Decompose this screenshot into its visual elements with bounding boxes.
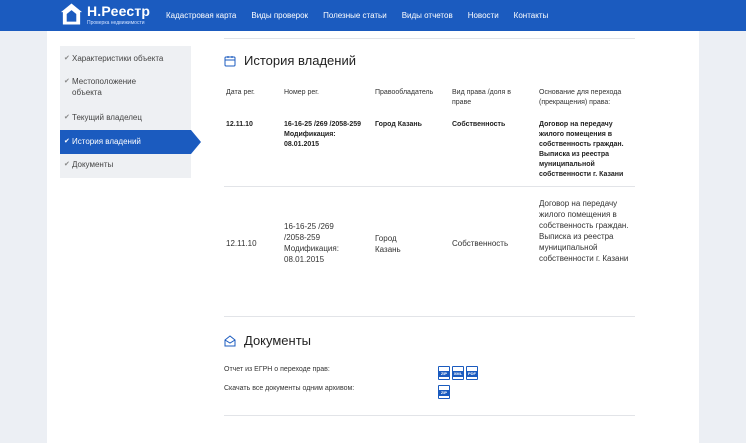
ownership-history-heading: История владений [244, 53, 356, 68]
table-cell-owner: Город Казань [375, 121, 422, 128]
envelope-icon [224, 335, 236, 347]
brand-title: Н.Реестр [87, 3, 151, 19]
sidebar-item-location[interactable]: ✔ Местоположение объекта [60, 76, 156, 98]
sidebar: ✔ Характеристики объекта ✔ Местоположени… [60, 46, 201, 178]
table-cell-number: 16-16-25 /269 /2058-259 Модификация: 08.… [284, 121, 362, 148]
zip-file-icon[interactable]: ZIP [438, 366, 450, 380]
column-header-date: Дата рег. [226, 89, 255, 96]
brand-subtitle: Проверка недвижимости [87, 20, 145, 26]
divider [224, 38, 635, 39]
pdf-file-icon[interactable]: PDF [466, 366, 478, 380]
sidebar-item-label: Текущий владелец [72, 113, 142, 122]
xml-file-icon[interactable]: XML [452, 366, 464, 380]
column-header-owner: Правообладатель [375, 89, 434, 96]
table-cell-date: 12.11.10 [226, 121, 253, 128]
checkmark-icon: ✔ [64, 161, 70, 168]
sidebar-item-current-owner[interactable]: ✔ Текущий владелец [60, 112, 191, 123]
column-header-basis: Основание для перехода (прекращения) пра… [539, 89, 622, 106]
column-header-number: Номер рег. [284, 89, 319, 96]
row-divider [224, 186, 635, 187]
row-divider [224, 415, 635, 416]
nav-link-check-types[interactable]: Виды проверок [251, 11, 308, 20]
sidebar-item-label: Характеристики объекта [72, 54, 164, 63]
checkmark-icon: ✔ [64, 55, 70, 62]
table-cell-right: Собственность [452, 121, 506, 128]
zip-file-icon[interactable]: ZIP [438, 385, 450, 399]
sidebar-item-label: Документы [72, 160, 114, 169]
checkmark-icon: ✔ [64, 138, 70, 145]
sidebar-item-label: Местоположение объекта [72, 77, 137, 97]
column-header-right-type: Вид права /доля в праве [452, 89, 511, 106]
nav-link-articles[interactable]: Полезные статьи [323, 11, 387, 20]
egrn-report-label: Отчет из ЕГРН о переходе прав: [224, 366, 330, 373]
checkmark-icon: ✔ [64, 78, 70, 85]
row-divider [224, 316, 635, 317]
sidebar-item-ownership-history[interactable]: ✔ История владений [60, 130, 201, 154]
calendar-icon [224, 56, 236, 67]
checkmark-icon: ✔ [64, 114, 70, 121]
download-archive-label: Скачать все документы одним архивом: [224, 385, 355, 392]
sidebar-item-documents[interactable]: ✔ Документы [60, 159, 191, 170]
table-cell-right: Собственность [452, 239, 509, 248]
nav-link-news[interactable]: Новости [468, 11, 499, 20]
house-icon [60, 3, 83, 25]
sidebar-item-label: История владений [72, 137, 141, 146]
sidebar-item-characteristics[interactable]: ✔ Характеристики объекта [60, 53, 191, 64]
nav-link-report-types[interactable]: Виды отчетов [402, 11, 453, 20]
top-navbar: Н.Реестр Проверка недвижимости Кадастров… [0, 0, 746, 31]
table-cell-basis: Договор на передачу жилого помещения в с… [539, 121, 624, 178]
table-cell-basis: Договор на передачу жилого помещения в с… [539, 199, 629, 263]
table-cell-owner: Город Казань [375, 234, 401, 254]
nav-link-cadastral-map[interactable]: Кадастровая карта [166, 11, 236, 20]
documents-heading: Документы [244, 333, 312, 348]
brand-logo[interactable]: Н.Реестр Проверка недвижимости [60, 2, 160, 28]
main-nav: Кадастровая карта Виды проверок Полезные… [166, 0, 563, 31]
table-cell-number: 16-16-25 /269 /2058-259 Модификация: 08.… [284, 222, 339, 264]
table-cell-date: 12.11.10 [226, 239, 257, 248]
nav-link-contacts[interactable]: Контакты [514, 11, 549, 20]
